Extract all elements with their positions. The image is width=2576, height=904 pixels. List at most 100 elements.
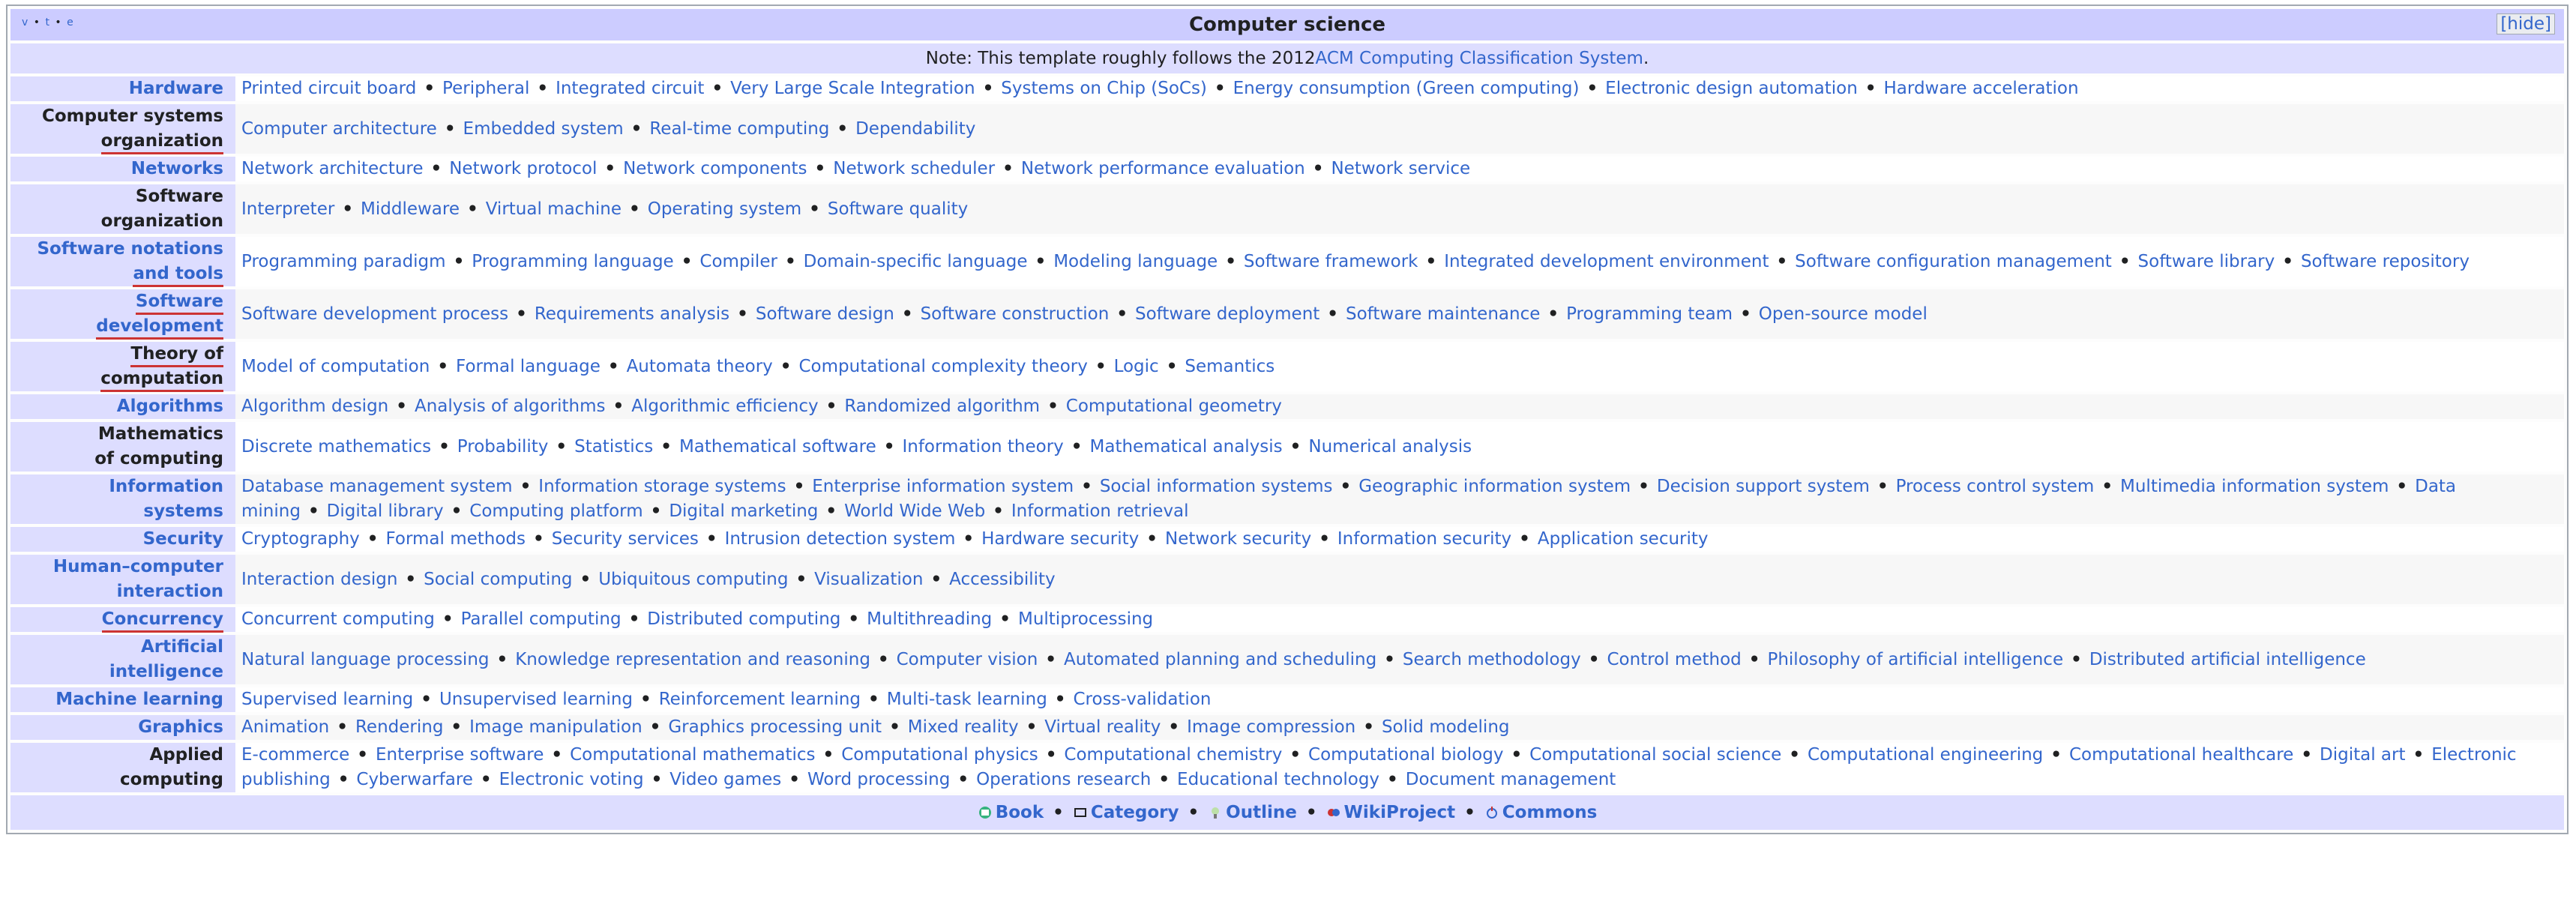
navbox-link[interactable]: Rendering — [355, 717, 443, 737]
navbox-link[interactable]: Reinforcement learning — [659, 690, 861, 709]
navbox-link[interactable]: Knowledge representation and reasoning — [515, 650, 870, 669]
navbox-link[interactable]: Software construction — [921, 304, 1110, 324]
navbox-link[interactable]: Software framework — [1244, 252, 1418, 271]
navbox-link[interactable]: Dependability — [855, 119, 975, 139]
navbox-link[interactable]: Ubiquitous computing — [598, 570, 788, 589]
group-label-line[interactable]: Hardware — [15, 76, 223, 101]
navbox-link[interactable]: Real-time computing — [649, 119, 829, 139]
group-label-line[interactable]: Graphics — [15, 715, 223, 740]
navbox-link[interactable]: Information theory — [902, 437, 1063, 456]
navbox-link[interactable]: Operations research — [976, 770, 1151, 789]
group-label[interactable]: Graphics — [10, 715, 235, 740]
navbox-link[interactable]: Interaction design — [241, 570, 397, 589]
navbox-link[interactable]: Very Large Scale Integration — [730, 79, 975, 98]
navbox-link[interactable]: Solid modeling — [1382, 717, 1510, 737]
navbox-link[interactable]: Information security — [1337, 529, 1511, 549]
group-label-line[interactable]: and tools — [15, 262, 223, 287]
navbox-link[interactable]: Philosophy of artificial intelligence — [1767, 650, 2063, 669]
navbox-link[interactable]: Network components — [623, 159, 807, 178]
group-label-line[interactable]: Machine learning — [15, 687, 223, 712]
navbox-link[interactable]: Semantics — [1185, 357, 1275, 376]
navbox-link[interactable]: Programming team — [1566, 304, 1733, 324]
group-label-line[interactable]: Software development — [15, 289, 223, 340]
navbox-link[interactable]: Intrusion detection system — [725, 529, 956, 549]
navbox-link[interactable]: Multithreading — [867, 609, 992, 629]
navbox-link[interactable]: Algorithm design — [241, 397, 388, 416]
navbox-link[interactable]: Computer vision — [897, 650, 1038, 669]
navbox-link[interactable]: Mathematical software — [679, 437, 876, 456]
navbox-link[interactable]: Numerical analysis — [1308, 437, 1472, 456]
group-label[interactable]: Artificial intelligence — [10, 635, 235, 684]
talk-template-link[interactable]: t — [45, 16, 50, 28]
navbox-link[interactable]: Virtual reality — [1044, 717, 1161, 737]
navbox-link[interactable]: Network protocol — [449, 159, 597, 178]
navbox-link[interactable]: Multi-task learning — [887, 690, 1047, 709]
navbox-link[interactable]: Supervised learning — [241, 690, 413, 709]
navbox-link[interactable]: Operating system — [648, 199, 801, 219]
navbox-link[interactable]: Computational healthcare — [2069, 745, 2293, 765]
navbox-link[interactable]: Enterprise information system — [812, 477, 1074, 496]
edit-template-link[interactable]: e — [67, 16, 74, 28]
navbox-link[interactable]: Network security — [1165, 529, 1311, 549]
navbox-link[interactable]: Computational complexity theory — [798, 357, 1087, 376]
navbox-link[interactable]: Distributed artificial intelligence — [2089, 650, 2366, 669]
group-label-line[interactable]: Networks — [15, 157, 223, 181]
navbox-link[interactable]: Programming paradigm — [241, 252, 446, 271]
group-label[interactable]: Security — [10, 527, 235, 552]
navbox-link[interactable]: Computational mathematics — [570, 745, 815, 765]
navbox-link[interactable]: Automated planning and scheduling — [1064, 650, 1376, 669]
group-label-line[interactable]: Information — [15, 474, 223, 499]
group-label-line[interactable]: Human–computer — [15, 555, 223, 579]
navbox-link[interactable]: Multimedia information system — [2120, 477, 2389, 496]
navbox-link[interactable]: Visualization — [814, 570, 923, 589]
group-label-line[interactable]: Algorithms — [15, 394, 223, 419]
navbox-link[interactable]: Mixed reality — [908, 717, 1019, 737]
group-label-line[interactable]: Software notations — [15, 237, 223, 262]
navbox-link[interactable]: Integrated circuit — [556, 79, 704, 98]
navbox-link[interactable]: Video games — [669, 770, 781, 789]
navbox-link[interactable]: Network scheduler — [833, 159, 995, 178]
navbox-link[interactable]: Formal language — [456, 357, 601, 376]
navbox-link[interactable]: Middleware — [361, 199, 460, 219]
navbox-link[interactable]: Graphics processing unit — [668, 717, 882, 737]
group-label-line[interactable]: intelligence — [15, 660, 223, 684]
navbox-link[interactable]: Parallel computing — [461, 609, 622, 629]
navbox-link[interactable]: Peripheral — [442, 79, 529, 98]
footer-book-link[interactable]: Book — [978, 803, 1044, 822]
navbox-link[interactable]: Image compression — [1187, 717, 1355, 737]
navbox-link[interactable]: Cyberwarfare — [356, 770, 473, 789]
navbox-link[interactable]: Information retrieval — [1011, 501, 1189, 521]
navbox-link[interactable]: Geographic information system — [1358, 477, 1631, 496]
navbox-link[interactable]: Mathematical analysis — [1090, 437, 1283, 456]
navbox-link[interactable]: Software development process — [241, 304, 508, 324]
navbox-link[interactable]: E-commerce — [241, 745, 349, 765]
footer-outline-link[interactable]: Outline — [1208, 803, 1297, 822]
navbox-link[interactable]: Logic — [1114, 357, 1159, 376]
navbox-link[interactable]: Software repository — [2301, 252, 2470, 271]
navbox-link[interactable]: Integrated development environment — [1444, 252, 1769, 271]
navbox-link[interactable]: Computing platform — [469, 501, 643, 521]
navbox-link[interactable]: Interpreter — [241, 199, 334, 219]
navbox-link[interactable]: Hardware acceleration — [1884, 79, 2079, 98]
navbox-link[interactable]: Virtual machine — [486, 199, 622, 219]
navbox-link[interactable]: Digital art — [2320, 745, 2405, 765]
navbox-link[interactable]: Multiprocessing — [1018, 609, 1153, 629]
navbox-link[interactable]: Computational biology — [1308, 745, 1503, 765]
navbox-link[interactable]: Probability — [457, 437, 549, 456]
navbox-link[interactable]: Enterprise software — [376, 745, 544, 765]
navbox-link[interactable]: Software quality — [828, 199, 968, 219]
group-label[interactable]: Algorithms — [10, 394, 235, 419]
hide-button[interactable]: [hide] — [2497, 13, 2555, 34]
navbox-link[interactable]: Security services — [552, 529, 699, 549]
group-label[interactable]: Information systems — [10, 474, 235, 524]
navbox-link[interactable]: Control method — [1607, 650, 1741, 669]
group-label[interactable]: Software notations and tools — [10, 237, 235, 287]
navbox-link[interactable]: Algorithmic efficiency — [631, 397, 818, 416]
navbox-link[interactable]: Discrete mathematics — [241, 437, 431, 456]
navbox-link[interactable]: Requirements analysis — [535, 304, 729, 324]
navbox-link[interactable]: Social computing — [424, 570, 572, 589]
footer-wikiproject-link[interactable]: WikiProject — [1326, 803, 1455, 822]
navbox-link[interactable]: Domain-specific language — [804, 252, 1028, 271]
navbox-link[interactable]: Social information systems — [1100, 477, 1333, 496]
navbox-link[interactable]: Application security — [1538, 529, 1709, 549]
